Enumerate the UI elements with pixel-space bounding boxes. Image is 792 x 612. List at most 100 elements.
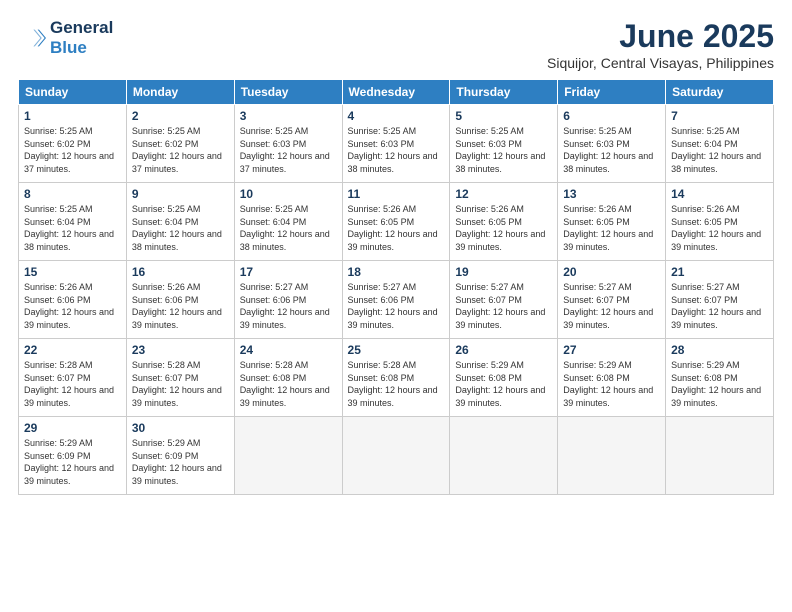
- day-number: 8: [24, 187, 121, 201]
- day-number: 22: [24, 343, 121, 357]
- day-number: 1: [24, 109, 121, 123]
- table-row: 24 Sunrise: 5:28 AMSunset: 6:08 PMDaylig…: [234, 339, 342, 417]
- table-row: 9 Sunrise: 5:25 AMSunset: 6:04 PMDayligh…: [126, 183, 234, 261]
- table-row: 11 Sunrise: 5:26 AMSunset: 6:05 PMDaylig…: [342, 183, 450, 261]
- col-tuesday: Tuesday: [234, 80, 342, 105]
- table-row: 6 Sunrise: 5:25 AMSunset: 6:03 PMDayligh…: [558, 105, 666, 183]
- table-row: 28 Sunrise: 5:29 AMSunset: 6:08 PMDaylig…: [666, 339, 774, 417]
- cell-info: Sunrise: 5:26 AMSunset: 6:05 PMDaylight:…: [563, 204, 653, 252]
- calendar-week-row: 15 Sunrise: 5:26 AMSunset: 6:06 PMDaylig…: [19, 261, 774, 339]
- day-number: 14: [671, 187, 768, 201]
- day-number: 24: [240, 343, 337, 357]
- col-monday: Monday: [126, 80, 234, 105]
- page: General Blue June 2025 Siquijor, Central…: [0, 0, 792, 612]
- cell-info: Sunrise: 5:27 AMSunset: 6:07 PMDaylight:…: [455, 282, 545, 330]
- day-number: 12: [455, 187, 552, 201]
- logo-text: General Blue: [50, 18, 113, 57]
- day-number: 26: [455, 343, 552, 357]
- cell-info: Sunrise: 5:27 AMSunset: 6:07 PMDaylight:…: [563, 282, 653, 330]
- table-row: 20 Sunrise: 5:27 AMSunset: 6:07 PMDaylig…: [558, 261, 666, 339]
- table-row: [666, 417, 774, 495]
- day-number: 20: [563, 265, 660, 279]
- col-friday: Friday: [558, 80, 666, 105]
- table-row: 2 Sunrise: 5:25 AMSunset: 6:02 PMDayligh…: [126, 105, 234, 183]
- cell-info: Sunrise: 5:26 AMSunset: 6:06 PMDaylight:…: [132, 282, 222, 330]
- day-number: 19: [455, 265, 552, 279]
- day-number: 11: [348, 187, 445, 201]
- cell-info: Sunrise: 5:25 AMSunset: 6:04 PMDaylight:…: [132, 204, 222, 252]
- cell-info: Sunrise: 5:28 AMSunset: 6:07 PMDaylight:…: [24, 360, 114, 408]
- cell-info: Sunrise: 5:26 AMSunset: 6:05 PMDaylight:…: [671, 204, 761, 252]
- day-number: 4: [348, 109, 445, 123]
- day-number: 3: [240, 109, 337, 123]
- table-row: 27 Sunrise: 5:29 AMSunset: 6:08 PMDaylig…: [558, 339, 666, 417]
- cell-info: Sunrise: 5:25 AMSunset: 6:04 PMDaylight:…: [24, 204, 114, 252]
- day-number: 10: [240, 187, 337, 201]
- cell-info: Sunrise: 5:27 AMSunset: 6:06 PMDaylight:…: [240, 282, 330, 330]
- calendar-week-row: 29 Sunrise: 5:29 AMSunset: 6:09 PMDaylig…: [19, 417, 774, 495]
- table-row: 23 Sunrise: 5:28 AMSunset: 6:07 PMDaylig…: [126, 339, 234, 417]
- day-number: 18: [348, 265, 445, 279]
- logo: General Blue: [18, 18, 113, 57]
- cell-info: Sunrise: 5:26 AMSunset: 6:05 PMDaylight:…: [348, 204, 438, 252]
- cell-info: Sunrise: 5:29 AMSunset: 6:09 PMDaylight:…: [24, 438, 114, 486]
- table-row: 19 Sunrise: 5:27 AMSunset: 6:07 PMDaylig…: [450, 261, 558, 339]
- cell-info: Sunrise: 5:25 AMSunset: 6:04 PMDaylight:…: [671, 126, 761, 174]
- cell-info: Sunrise: 5:26 AMSunset: 6:05 PMDaylight:…: [455, 204, 545, 252]
- title-block: June 2025 Siquijor, Central Visayas, Phi…: [547, 18, 774, 71]
- cell-info: Sunrise: 5:26 AMSunset: 6:06 PMDaylight:…: [24, 282, 114, 330]
- cell-info: Sunrise: 5:25 AMSunset: 6:02 PMDaylight:…: [132, 126, 222, 174]
- table-row: 10 Sunrise: 5:25 AMSunset: 6:04 PMDaylig…: [234, 183, 342, 261]
- calendar-week-row: 8 Sunrise: 5:25 AMSunset: 6:04 PMDayligh…: [19, 183, 774, 261]
- col-wednesday: Wednesday: [342, 80, 450, 105]
- col-saturday: Saturday: [666, 80, 774, 105]
- cell-info: Sunrise: 5:28 AMSunset: 6:08 PMDaylight:…: [348, 360, 438, 408]
- col-sunday: Sunday: [19, 80, 127, 105]
- day-number: 7: [671, 109, 768, 123]
- day-number: 23: [132, 343, 229, 357]
- cell-info: Sunrise: 5:29 AMSunset: 6:08 PMDaylight:…: [455, 360, 545, 408]
- table-row: 14 Sunrise: 5:26 AMSunset: 6:05 PMDaylig…: [666, 183, 774, 261]
- month-title: June 2025: [547, 18, 774, 55]
- table-row: 30 Sunrise: 5:29 AMSunset: 6:09 PMDaylig…: [126, 417, 234, 495]
- table-row: 7 Sunrise: 5:25 AMSunset: 6:04 PMDayligh…: [666, 105, 774, 183]
- table-row: [342, 417, 450, 495]
- cell-info: Sunrise: 5:27 AMSunset: 6:07 PMDaylight:…: [671, 282, 761, 330]
- table-row: [234, 417, 342, 495]
- cell-info: Sunrise: 5:27 AMSunset: 6:06 PMDaylight:…: [348, 282, 438, 330]
- table-row: 17 Sunrise: 5:27 AMSunset: 6:06 PMDaylig…: [234, 261, 342, 339]
- calendar-week-row: 22 Sunrise: 5:28 AMSunset: 6:07 PMDaylig…: [19, 339, 774, 417]
- cell-info: Sunrise: 5:25 AMSunset: 6:03 PMDaylight:…: [455, 126, 545, 174]
- table-row: 4 Sunrise: 5:25 AMSunset: 6:03 PMDayligh…: [342, 105, 450, 183]
- cell-info: Sunrise: 5:29 AMSunset: 6:09 PMDaylight:…: [132, 438, 222, 486]
- table-row: 16 Sunrise: 5:26 AMSunset: 6:06 PMDaylig…: [126, 261, 234, 339]
- table-row: 15 Sunrise: 5:26 AMSunset: 6:06 PMDaylig…: [19, 261, 127, 339]
- day-number: 16: [132, 265, 229, 279]
- day-number: 9: [132, 187, 229, 201]
- table-row: 22 Sunrise: 5:28 AMSunset: 6:07 PMDaylig…: [19, 339, 127, 417]
- col-thursday: Thursday: [450, 80, 558, 105]
- table-row: 3 Sunrise: 5:25 AMSunset: 6:03 PMDayligh…: [234, 105, 342, 183]
- day-number: 29: [24, 421, 121, 435]
- table-row: 21 Sunrise: 5:27 AMSunset: 6:07 PMDaylig…: [666, 261, 774, 339]
- day-number: 28: [671, 343, 768, 357]
- header: General Blue June 2025 Siquijor, Central…: [18, 18, 774, 71]
- cell-info: Sunrise: 5:29 AMSunset: 6:08 PMDaylight:…: [563, 360, 653, 408]
- calendar-header-row: Sunday Monday Tuesday Wednesday Thursday…: [19, 80, 774, 105]
- cell-info: Sunrise: 5:25 AMSunset: 6:03 PMDaylight:…: [348, 126, 438, 174]
- table-row: 18 Sunrise: 5:27 AMSunset: 6:06 PMDaylig…: [342, 261, 450, 339]
- cell-info: Sunrise: 5:25 AMSunset: 6:02 PMDaylight:…: [24, 126, 114, 174]
- table-row: [558, 417, 666, 495]
- day-number: 15: [24, 265, 121, 279]
- table-row: 26 Sunrise: 5:29 AMSunset: 6:08 PMDaylig…: [450, 339, 558, 417]
- table-row: [450, 417, 558, 495]
- day-number: 5: [455, 109, 552, 123]
- day-number: 21: [671, 265, 768, 279]
- day-number: 25: [348, 343, 445, 357]
- table-row: 13 Sunrise: 5:26 AMSunset: 6:05 PMDaylig…: [558, 183, 666, 261]
- day-number: 30: [132, 421, 229, 435]
- table-row: 1 Sunrise: 5:25 AMSunset: 6:02 PMDayligh…: [19, 105, 127, 183]
- cell-info: Sunrise: 5:28 AMSunset: 6:08 PMDaylight:…: [240, 360, 330, 408]
- table-row: 12 Sunrise: 5:26 AMSunset: 6:05 PMDaylig…: [450, 183, 558, 261]
- cell-info: Sunrise: 5:25 AMSunset: 6:03 PMDaylight:…: [563, 126, 653, 174]
